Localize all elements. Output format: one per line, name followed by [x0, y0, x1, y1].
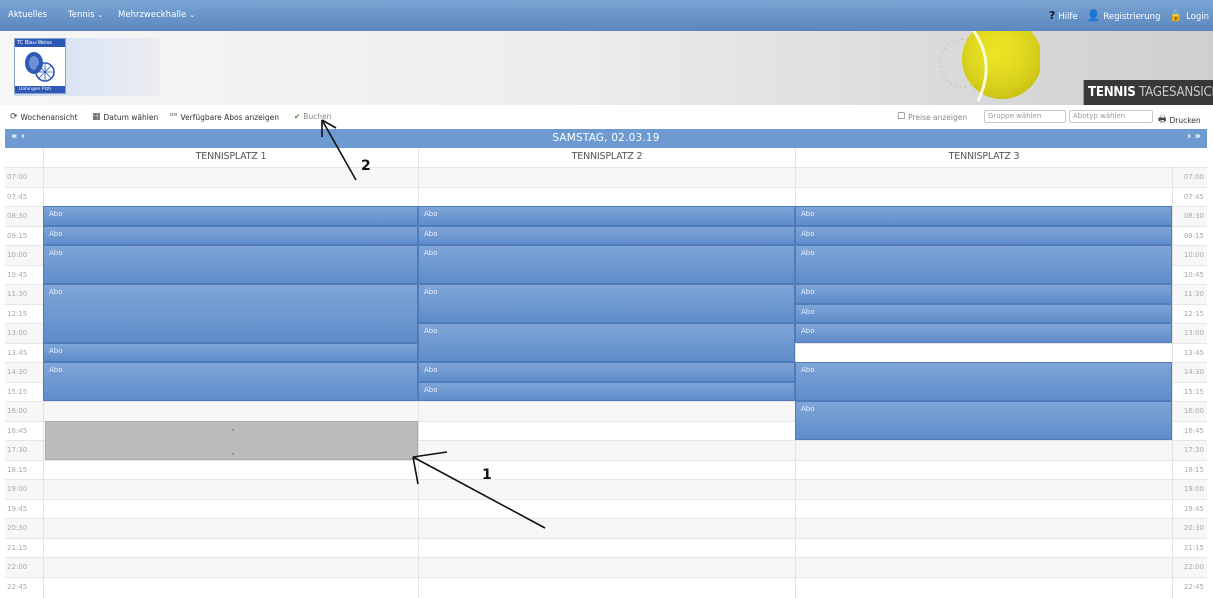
annotation-label-2: 2 — [361, 158, 371, 174]
arrow-1 — [412, 451, 546, 529]
arrow-2 — [321, 119, 357, 181]
annotation-arrows — [321, 119, 546, 529]
annotation-label-1: 1 — [482, 467, 492, 483]
page: Aktuelles Tennis ⌄ Mehrzweckhalle ⌄ ? Hilfe… — [0, 0, 1213, 598]
